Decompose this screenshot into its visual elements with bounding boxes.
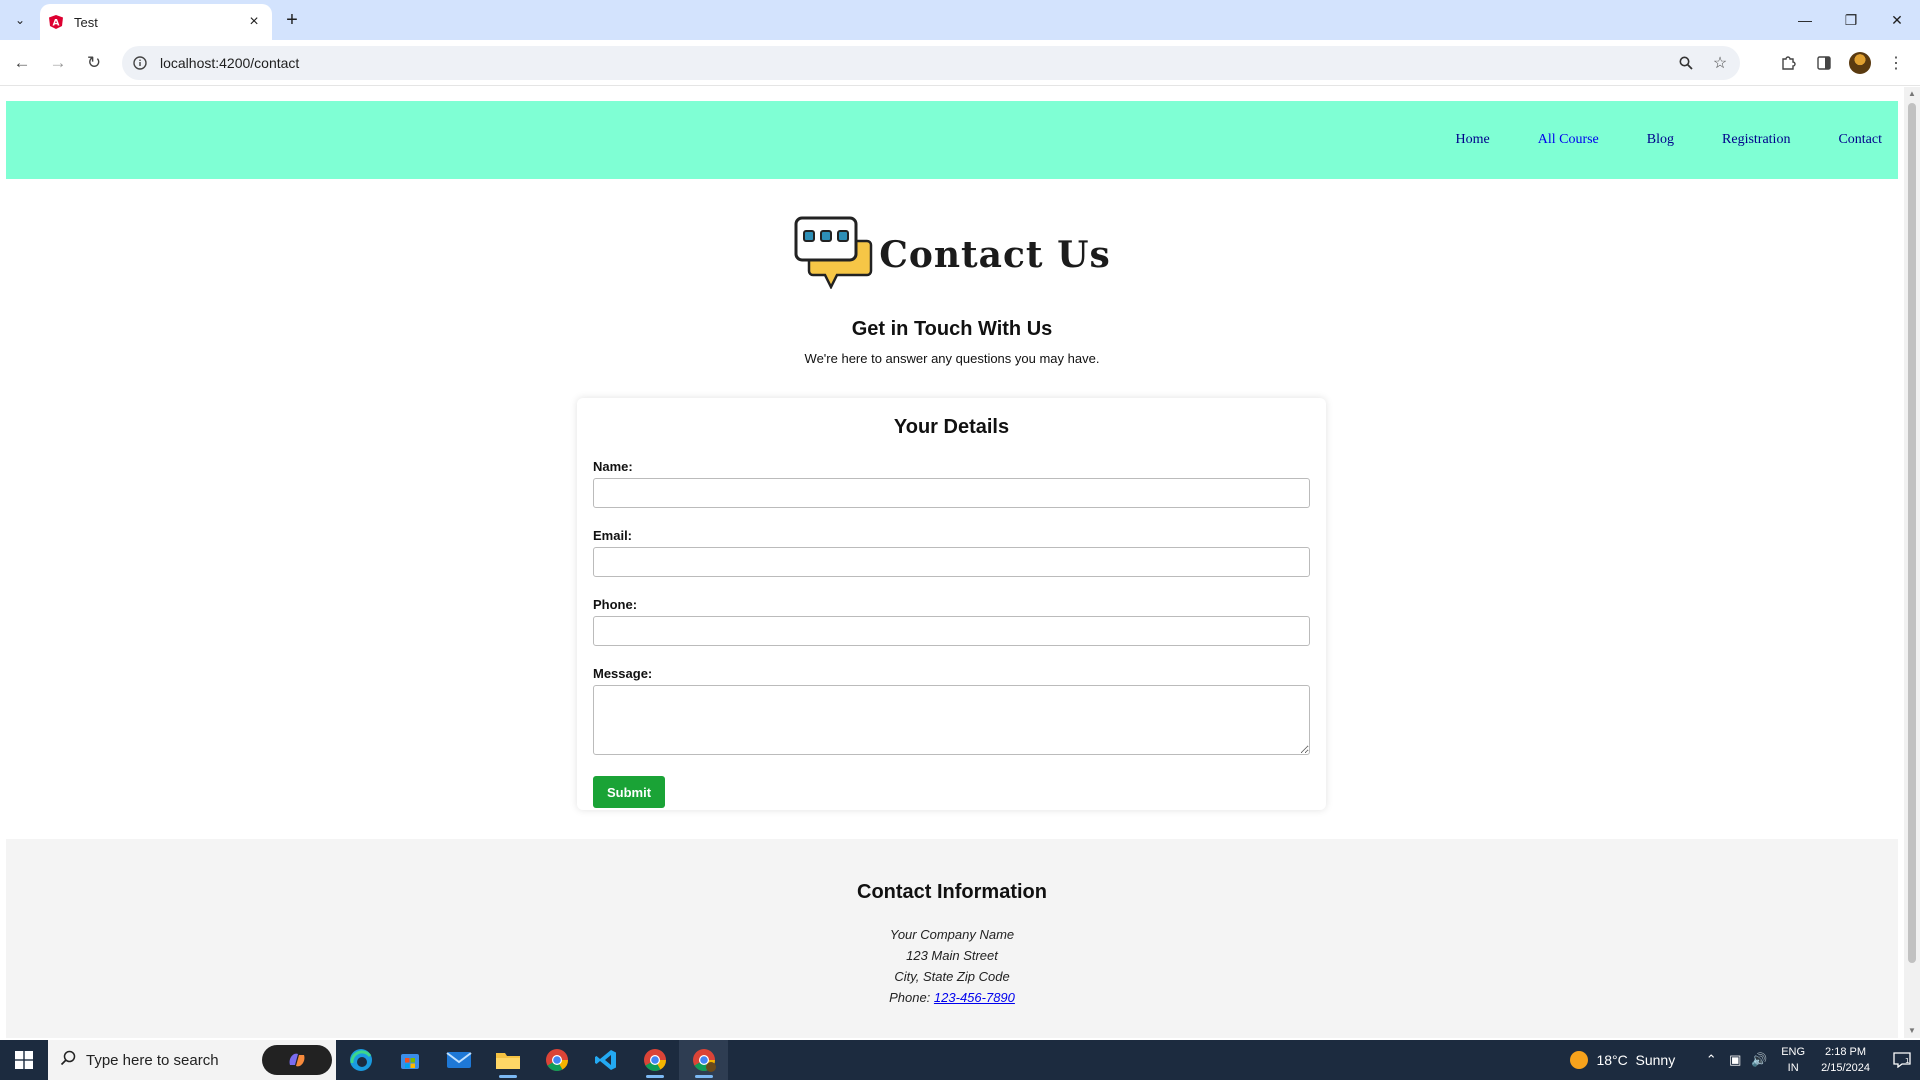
weather-widget[interactable]: 18°C Sunny [1570,1051,1675,1069]
angular-favicon-icon: A [48,14,64,30]
phone-label: Phone: [593,597,638,612]
notification-count: 1 [1905,1057,1909,1065]
search-placeholder: Type here to search [86,1051,219,1069]
tab-search-chevron-icon[interactable]: ⌄ [8,8,32,32]
message-field[interactable] [593,685,1310,755]
nav-home[interactable]: Home [1456,132,1490,148]
site-navbar: Home All Course Blog Registration Contac… [6,101,1898,179]
web-page: Home All Course Blog Registration Contac… [0,87,1904,1038]
hero-subtitle: We're here to answer any questions you m… [804,351,1100,366]
browser-tab[interactable]: A Test × [40,4,272,40]
microsoft-store-icon[interactable] [385,1040,434,1080]
street-address: 123 Main Street [906,948,998,963]
browser-toolbar: ← → ↻ localhost:4200/contact ☆ ⋮ [0,40,1920,86]
page-scrollbar[interactable]: ▲ ▼ [1904,87,1920,1038]
vscode-icon[interactable] [581,1040,630,1080]
svg-text:A: A [53,19,60,29]
name-field[interactable] [593,478,1310,508]
mail-icon[interactable] [434,1040,483,1080]
phone-line: Phone: 123-456-7890 [6,987,1898,1008]
phone-field[interactable] [593,616,1310,646]
scrollbar-thumb[interactable] [1908,103,1916,963]
search-icon [60,1050,76,1071]
notification-center-icon[interactable]: 1 [1884,1040,1920,1080]
email-field[interactable] [593,547,1310,577]
minimize-icon[interactable]: — [1782,0,1828,40]
message-label: Message: [593,666,653,681]
site-info-icon[interactable] [132,55,148,71]
back-arrow-icon[interactable]: ← [6,47,38,79]
scroll-down-arrow-icon[interactable]: ▼ [1908,1027,1916,1035]
form-title: Your Details [893,416,1010,438]
chrome-icon[interactable] [532,1040,581,1080]
name-label: Name: [593,459,633,474]
contact-hero: Contact Us Get in Touch With Us We're he… [0,215,1904,366]
clock-time: 2:18 PM [1825,1046,1867,1058]
side-panel-icon[interactable] [1808,47,1840,79]
tab-title: Test [74,14,98,30]
url-text[interactable]: localhost:4200/contact [160,55,1672,71]
nav-contact[interactable]: Contact [1838,132,1882,148]
restore-icon[interactable]: ❐ [1828,0,1874,40]
taskbar-search[interactable]: Type here to search [48,1040,336,1080]
browser-tab-strip: ⌄ A Test × + — ❐ ✕ [0,0,1920,40]
new-tab-plus-icon[interactable]: + [280,8,304,32]
system-tray: 18°C Sunny ⌃ ▣ 🔊 ENG IN 2:18 PM 2/15/202… [1570,1040,1920,1080]
page-title: Contact Us [879,233,1111,276]
email-label: Email: [593,528,633,543]
phone-link[interactable]: 123-456-7890 [934,990,1015,1005]
window-close-icon[interactable]: ✕ [1874,0,1920,40]
copilot-icon[interactable] [262,1045,332,1075]
city-state-zip: City, State Zip Code [894,969,1010,984]
weather-text: 18°C Sunny [1596,1052,1676,1068]
nav-blog[interactable]: Blog [1647,132,1674,148]
windows-taskbar: Type here to search 18°C Sunny ⌃ ▣ 🔊 ENG [0,1040,1920,1080]
chrome-profile-icon[interactable] [679,1040,728,1080]
company-name: Your Company Name [889,927,1015,942]
contact-form-card: Your Details Name: Email: Phone: Message… [577,398,1326,810]
lang-secondary: IN [1787,1062,1799,1074]
chevron-up-icon[interactable]: ⌃ [1699,1052,1723,1068]
profile-avatar[interactable] [1849,52,1871,74]
address-bar[interactable]: localhost:4200/contact ☆ [122,46,1740,80]
network-icon[interactable]: ▣ [1723,1052,1747,1068]
lang-primary: ENG [1781,1046,1806,1058]
submit-button[interactable]: Submit [593,776,665,808]
clock[interactable]: 2:18 PM 2/15/2024 [1821,1044,1870,1076]
nav-all-course[interactable]: All Course [1538,132,1599,148]
scroll-up-arrow-icon[interactable]: ▲ [1908,90,1916,98]
phone-prefix: Phone: [889,990,931,1005]
edge-app-icon[interactable] [336,1040,385,1080]
reload-icon[interactable]: ↻ [78,47,110,79]
contact-us-logo: Contact Us [793,215,1111,294]
nav-registration[interactable]: Registration [1722,132,1790,148]
file-explorer-icon[interactable] [483,1040,532,1080]
tab-close-icon[interactable]: × [244,12,264,32]
sun-icon [1570,1051,1589,1069]
clock-date: 2/15/2024 [1821,1062,1870,1074]
zoom-magnifier-icon[interactable] [1672,49,1700,77]
chrome-window-icon[interactable] [630,1040,679,1080]
contact-information-section: Contact Information Your Company Name 12… [6,839,1898,1038]
bookmark-star-icon[interactable]: ☆ [1706,49,1734,77]
extensions-puzzle-icon[interactable] [1772,47,1804,79]
chat-bubble-icon [793,215,873,294]
volume-icon[interactable]: 🔊 [1747,1052,1771,1068]
contact-info-title: Contact Information [857,881,1047,903]
forward-arrow-icon[interactable]: → [42,47,74,79]
language-indicator[interactable]: ENG IN [1781,1044,1805,1076]
windows-start-icon[interactable] [0,1040,48,1080]
browser-menu-kebab-icon[interactable]: ⋮ [1880,47,1912,79]
hero-heading: Get in Touch With Us [851,318,1053,340]
